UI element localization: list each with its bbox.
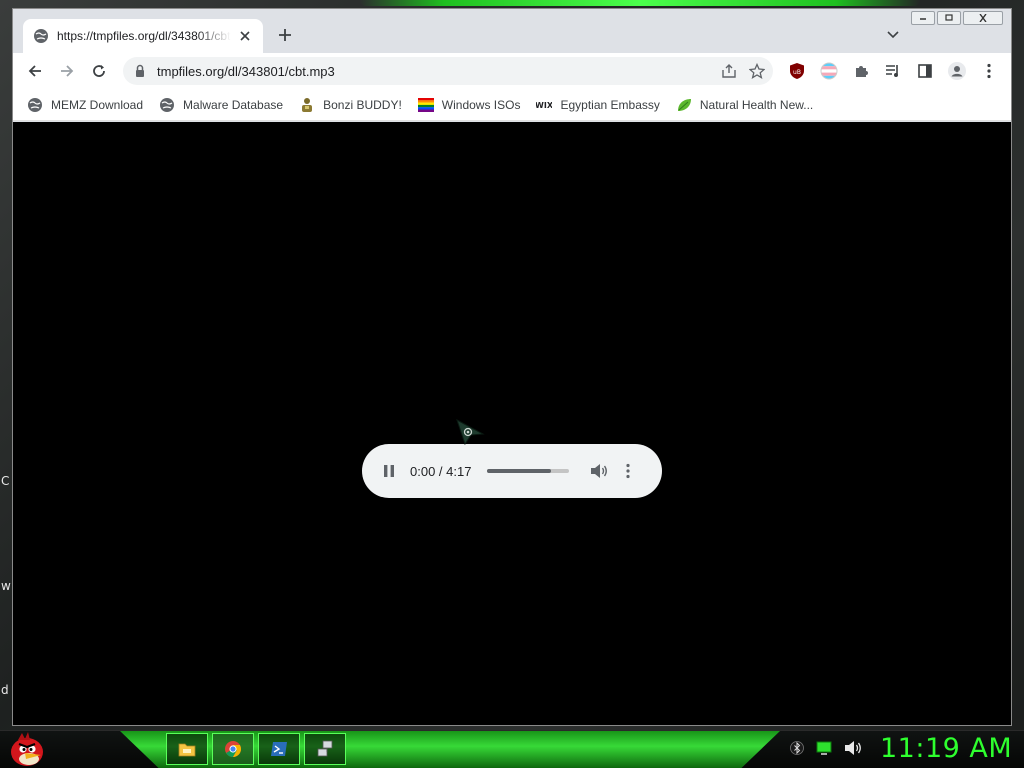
side-panel-icon[interactable] [915,61,935,81]
monitor-icon[interactable] [816,740,832,761]
new-tab-button[interactable] [275,25,295,45]
close-icon[interactable] [237,28,253,44]
bookmark-label: Malware Database [183,97,284,112]
bookmark-label: Windows ISOs [441,97,521,112]
desktop-glow-decoration [360,0,920,6]
reload-button[interactable] [89,61,109,81]
ublock-icon[interactable]: uB [787,61,807,81]
bookmark-label: Bonzi BUDDY! [323,97,402,112]
pause-button[interactable] [378,460,400,482]
svg-text:uB: uB [793,69,801,76]
minimize-button[interactable] [911,11,935,25]
more-options-icon[interactable] [621,461,635,481]
start-button[interactable] [8,730,46,768]
leaf-icon [676,97,692,113]
bookmark-bonzi-buddy[interactable]: Bonzi BUDDY! [299,97,402,113]
menu-icon[interactable] [979,61,999,81]
url-text: tmpfiles.org/dl/343801/cbt.mp3 [157,63,335,79]
chrome-icon[interactable] [212,733,254,765]
volume-icon[interactable] [844,740,862,761]
network-icon[interactable] [304,733,346,765]
address-bar[interactable]: tmpfiles.org/dl/343801/cbt.mp3 [123,57,773,85]
profile-icon[interactable] [947,61,967,81]
back-button[interactable] [25,61,45,81]
bookmark-natural-health-news[interactable]: Natural Health New... [676,97,813,113]
taskbar-clock: 11:19 AM [880,733,1013,764]
svg-text:WIX: WIX [536,101,552,110]
windows-flag-icon [417,97,434,113]
tab-strip: https://tmpfiles.org/dl/343801/cbt.mp3 [13,9,1011,53]
media-queue-icon[interactable] [883,61,903,81]
mouse-cursor-icon [456,418,485,446]
star-icon[interactable] [748,62,766,84]
tab-title: https://tmpfiles.org/dl/343801/cbt.mp3 [57,29,231,43]
bookmark-memz-download[interactable]: MEMZ Download [27,97,143,113]
bookmarks-bar: MEMZ Download Malware Database Bonzi BUD… [13,89,1011,121]
taskbar [0,730,1024,768]
tab-active[interactable]: https://tmpfiles.org/dl/343801/cbt.mp3 [23,19,263,53]
seek-bar-progress [487,469,552,473]
bluetooth-icon[interactable] [790,740,804,761]
volume-icon[interactable] [589,461,609,481]
desktop-label-fragment: d [1,683,9,697]
lock-icon[interactable] [133,64,147,78]
window-controls [911,11,1003,25]
bookmark-label: Egyptian Embassy [560,97,660,112]
flag-extension-icon[interactable] [819,61,839,81]
audio-player: 0:00 / 4:17 [362,444,662,498]
desktop-label-fragment: w [1,579,11,593]
media-viewport: 0:00 / 4:17 [13,122,1011,725]
file-explorer-icon[interactable] [166,733,208,765]
seek-bar[interactable] [487,469,570,473]
system-tray [790,740,862,761]
share-icon[interactable] [721,63,737,84]
globe-icon [33,28,49,44]
wix-icon: WIX [536,97,552,113]
puzzle-icon[interactable] [851,61,871,81]
maximize-button[interactable] [937,11,961,25]
playback-time: 0:00 / 4:17 [410,463,472,479]
bookmark-malware-database[interactable]: Malware Database [159,97,283,113]
window-close-button[interactable] [963,11,1003,25]
globe-icon [27,97,43,113]
browser-window: https://tmpfiles.org/dl/343801/cbt.mp3 [12,8,1012,726]
bonzi-icon [299,97,315,113]
taskbar-apps [166,733,346,765]
toolbar: tmpfiles.org/dl/343801/cbt.mp3 uB [13,53,1011,89]
forward-button[interactable] [57,61,77,81]
bookmark-label: Natural Health New... [699,97,814,112]
bookmark-windows-isos[interactable]: Windows ISOs [417,97,521,113]
chevron-down-icon[interactable] [885,27,901,43]
powershell-icon[interactable] [258,733,300,765]
bookmark-egyptian-embassy[interactable]: WIX Egyptian Embassy [536,97,659,113]
bookmark-label: MEMZ Download [51,97,144,112]
desktop-label-fragment: C [1,474,10,488]
globe-icon [159,97,175,113]
